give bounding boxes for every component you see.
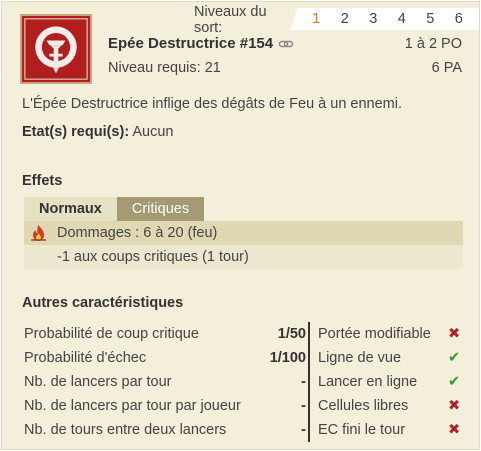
level-tab-4[interactable]: 4 [388, 11, 417, 27]
ap-cost: 6 PA [431, 60, 462, 76]
effect-row: -1 aux coups critiques (1 tour) [24, 245, 463, 269]
effects-title: Effets [22, 173, 63, 189]
fire-element-icon [31, 225, 46, 241]
level-tab-2[interactable]: 2 [331, 11, 360, 27]
characteristic-row: Probabilité de coup critique 1/50 Portée m… [24, 322, 464, 346]
levels-label: Niveaux du sort: [194, 4, 267, 36]
characteristic-label: Nb. de lancers par tour par joueur [24, 398, 241, 414]
spell-range: 1 à 2 PO [404, 36, 462, 52]
level-tab-3[interactable]: 3 [359, 11, 388, 27]
property-label: EC fini le tour [318, 422, 406, 438]
characteristic-value: - [301, 374, 306, 390]
level-tabs: 123456 [290, 8, 479, 30]
effect-text: -1 aux coups critiques (1 tour) [57, 249, 249, 265]
property-label: Portée modifiable [318, 326, 431, 342]
property-label: Ligne de vue [318, 350, 402, 366]
property-label: Cellules libres [318, 398, 409, 414]
level-tab-5[interactable]: 5 [416, 11, 445, 27]
required-states-label: Etat(s) requi(s): [22, 124, 130, 140]
characteristic-value: - [301, 398, 306, 414]
effect-text: Dommages : 6 à 20 (feu) [57, 225, 218, 241]
cross-icon: ✖ [448, 398, 461, 414]
effects-tabs: Normaux Critiques [24, 197, 205, 221]
characteristic-value: 1/100 [269, 350, 306, 366]
tab-critical-effects[interactable]: Critiques [116, 197, 205, 221]
link-icon[interactable] [278, 37, 294, 51]
column-divider [308, 322, 310, 442]
characteristic-row: Nb. de tours entre deux lancers - EC fini … [24, 418, 464, 442]
cross-icon: ✖ [448, 326, 461, 342]
required-states: Etat(s) requi(s): Aucun [22, 124, 174, 140]
spell-card: Niveaux du sort: 123456 Epée Destructric… [1, 1, 480, 450]
characteristic-value: 1/50 [277, 326, 306, 342]
characteristic-row: Nb. de lancers par tour par joueur - Cellu… [24, 394, 464, 418]
characteristic-row: Nb. de lancers par tour - Lancer en ligne ✔ [24, 370, 464, 394]
cross-icon: ✖ [448, 422, 461, 438]
required-states-value: Aucun [129, 124, 174, 140]
effect-row: Dommages : 6 à 20 (feu) [24, 221, 463, 245]
spell-level-selector: Niveaux du sort: 123456 [194, 4, 479, 36]
characteristics-table: Probabilité de coup critique 1/50 Portée m… [24, 322, 464, 442]
required-level: Niveau requis: 21 [108, 60, 221, 76]
level-tab-1[interactable]: 1 [302, 11, 331, 27]
characteristic-label: Nb. de lancers par tour [24, 374, 172, 390]
spell-title: Epée Destructrice #154 [108, 35, 294, 52]
characteristic-value: - [301, 422, 306, 438]
tab-normal-effects[interactable]: Normaux [24, 197, 117, 221]
check-icon: ✔ [448, 350, 461, 366]
level-tab-6[interactable]: 6 [445, 11, 474, 27]
characteristic-label: Probabilité d'échec [24, 350, 147, 366]
spell-name: Epée Destructrice #154 [108, 35, 274, 52]
check-icon: ✔ [448, 374, 461, 390]
spell-description: L'Épée Destructrice inflige des dégâts d… [22, 96, 402, 112]
characteristic-label: Probabilité de coup critique [24, 326, 199, 342]
characteristic-row: Probabilité d'échec 1/100 Ligne de vue ✔ [24, 346, 464, 370]
characteristic-label: Nb. de tours entre deux lancers [24, 422, 227, 438]
sword-spell-icon [20, 14, 92, 84]
other-characteristics-title: Autres caractéristiques [22, 295, 184, 311]
property-label: Lancer en ligne [318, 374, 418, 390]
